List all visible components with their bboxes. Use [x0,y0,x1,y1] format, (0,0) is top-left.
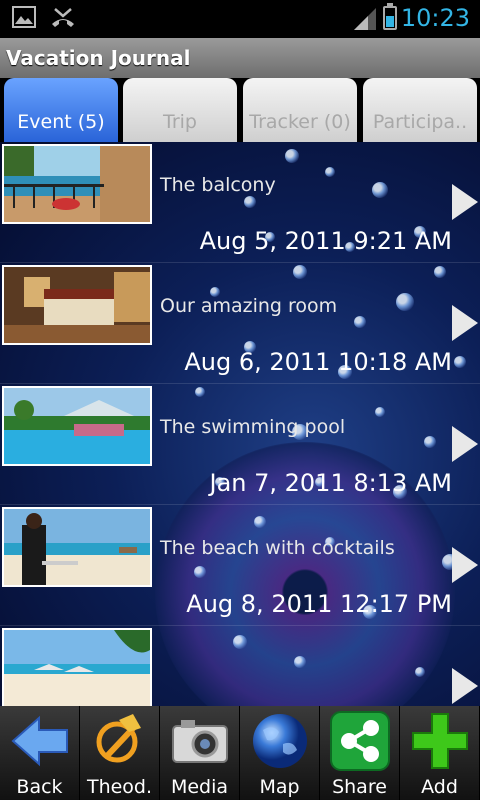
event-title: Our amazing room [160,295,338,317]
map-button[interactable]: Map [240,706,320,800]
theodolite-icon [96,714,141,763]
tab-trip[interactable]: Trip [123,78,237,142]
event-date: Aug 8, 2011 12:17 PM [186,590,452,618]
bottom-toolbar: Back Theod. Media Map Share Add [0,706,480,800]
battery-icon [383,3,397,30]
event-date: Aug 6, 2011 10:18 AM [184,348,452,376]
signal-icon [354,8,376,30]
list-item[interactable]: Our amazing room Aug 6, 2011 10:18 AM [0,263,480,384]
chevron-right-icon[interactable] [452,668,478,704]
media-label: Media [170,776,229,798]
media-button[interactable]: Media [160,706,240,800]
theodolite-button[interactable]: Theod. [80,706,160,800]
share-icon [329,711,390,771]
event-thumbnail [2,628,152,706]
status-bar: 10:23 [0,0,480,38]
event-date: Jan 7, 2011 8:13 AM [209,469,452,497]
event-thumbnail [2,265,152,345]
chevron-right-icon[interactable] [452,547,478,583]
tab-tracker[interactable]: Tracker (0) [243,78,357,142]
add-button[interactable]: Add [400,706,480,800]
back-arrow-icon [10,715,68,767]
tab-bar: Event (5) Trip Tracker (0) Participa.. [0,78,480,142]
globe-icon [252,714,307,768]
back-button[interactable]: Back [0,706,80,800]
theodolite-label: Theod. [86,776,153,798]
map-label: Map [259,776,300,798]
chevron-right-icon[interactable] [452,184,478,220]
share-label: Share [332,776,387,798]
missed-call-icon [52,8,74,27]
back-label: Back [16,776,63,798]
camera-icon [171,720,228,763]
event-title: The swimming pool [160,416,346,438]
clock: 10:23 [400,4,470,32]
image-icon [12,6,36,28]
list-item[interactable]: The beach with cocktails Aug 8, 2011 12:… [0,505,480,626]
event-thumbnail [2,386,152,466]
list-item[interactable]: The swimming pool Jan 7, 2011 8:13 AM [0,384,480,505]
list-item[interactable] [0,626,480,706]
tab-participants[interactable]: Participa.. [363,78,477,142]
event-list[interactable]: The balcony Aug 5, 2011 9:21 AM Our amaz… [0,142,480,706]
chevron-right-icon[interactable] [452,426,478,462]
event-title: The balcony [160,174,276,196]
share-button[interactable]: Share [320,706,400,800]
event-thumbnail [2,507,152,587]
event-date: Aug 5, 2011 9:21 AM [199,227,452,255]
tab-event[interactable]: Event (5) [4,78,118,142]
app-title: Vacation Journal [0,38,480,78]
plus-icon [411,713,468,769]
chevron-right-icon[interactable] [452,305,478,341]
event-thumbnail [2,144,152,224]
add-label: Add [421,776,458,798]
list-item[interactable]: The balcony Aug 5, 2011 9:21 AM [0,142,480,263]
event-title: The beach with cocktails [160,537,395,559]
